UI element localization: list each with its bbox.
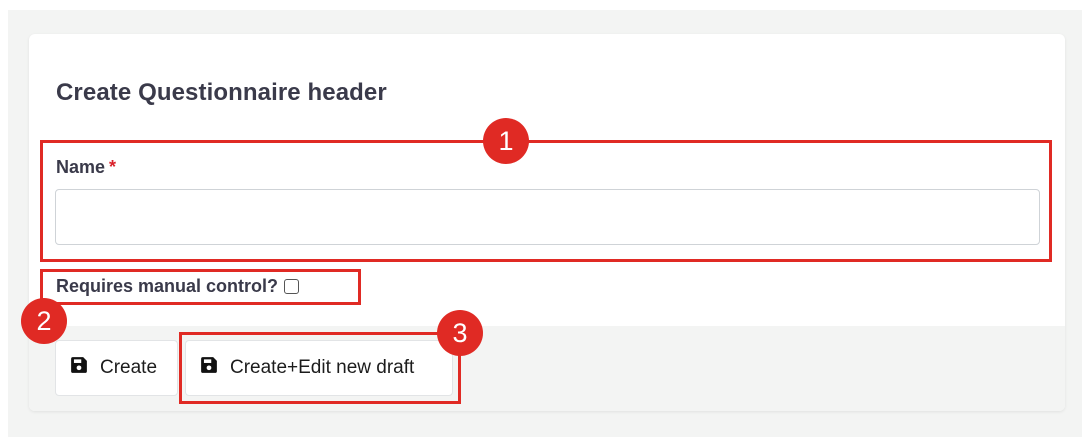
page-title: Create Questionnaire header	[56, 79, 387, 106]
manual-control-checkbox[interactable]	[284, 279, 300, 294]
name-label-text: Name	[56, 157, 106, 177]
manual-control-row: Requires manual control?	[56, 276, 300, 297]
name-input[interactable]	[55, 189, 1040, 245]
annotation-badge-1: 1	[483, 118, 529, 164]
annotation-badge-3: 3	[437, 310, 483, 356]
create-edit-draft-button[interactable]: Create+Edit new draft	[185, 340, 453, 396]
create-button[interactable]: Create	[55, 340, 178, 396]
save-icon	[70, 356, 88, 380]
save-icon	[200, 356, 218, 380]
annotation-badge-2: 2	[21, 298, 67, 344]
manual-control-label: Requires manual control?	[56, 276, 279, 296]
name-field-label: Name *	[56, 157, 116, 178]
create-edit-draft-label: Create+Edit new draft	[230, 357, 415, 378]
required-mark: *	[109, 157, 117, 177]
create-button-label: Create	[100, 357, 158, 378]
